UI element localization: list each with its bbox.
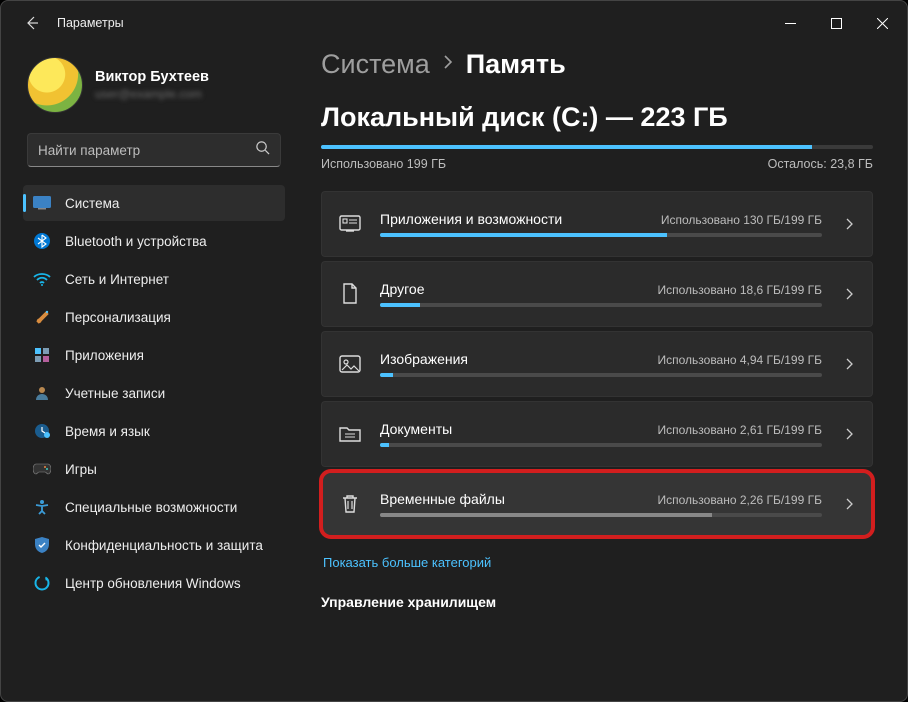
category-bar bbox=[380, 233, 822, 237]
category-bar bbox=[380, 373, 822, 377]
chevron-right-icon bbox=[442, 53, 454, 76]
breadcrumb-parent[interactable]: Система bbox=[321, 49, 430, 80]
category-usage: Использовано 18,6 ГБ/199 ГБ bbox=[657, 283, 822, 297]
nav-label: Система bbox=[65, 196, 119, 211]
category-documents[interactable]: Документы Использовано 2,61 ГБ/199 ГБ bbox=[321, 401, 873, 467]
chevron-right-icon bbox=[838, 497, 860, 511]
category-title: Изображения bbox=[380, 351, 468, 367]
category-usage: Использовано 4,94 ГБ/199 ГБ bbox=[657, 353, 822, 367]
nav-label: Приложения bbox=[65, 348, 144, 363]
category-list: Приложения и возможности Использовано 13… bbox=[321, 191, 873, 537]
disk-free-label: Осталось: 23,8 ГБ bbox=[768, 157, 873, 171]
search-icon bbox=[255, 140, 270, 160]
accessibility-icon bbox=[33, 498, 51, 516]
nav-personalization[interactable]: Персонализация bbox=[23, 299, 285, 335]
breadcrumb-current: Память bbox=[466, 49, 566, 80]
nav-games[interactable]: Игры bbox=[23, 451, 285, 487]
show-more-link[interactable]: Показать больше категорий bbox=[323, 555, 871, 570]
sidebar: Виктор Бухтеев user@example.com Система … bbox=[1, 45, 301, 701]
minimize-button[interactable] bbox=[767, 7, 813, 39]
category-usage: Использовано 130 ГБ/199 ГБ bbox=[661, 213, 822, 227]
category-title: Другое bbox=[380, 281, 424, 297]
category-title: Приложения и возможности bbox=[380, 211, 562, 227]
disk-heading: Локальный диск (C:) — 223 ГБ bbox=[321, 102, 873, 133]
main-content: Система Память Локальный диск (C:) — 223… bbox=[301, 45, 907, 701]
close-button[interactable] bbox=[859, 7, 905, 39]
disk-usage-bar bbox=[321, 145, 873, 149]
nav-system[interactable]: Система bbox=[23, 185, 285, 221]
search-input[interactable] bbox=[38, 143, 255, 158]
disk-stats: Использовано 199 ГБ Осталось: 23,8 ГБ bbox=[321, 157, 873, 171]
chevron-right-icon bbox=[838, 217, 860, 231]
wifi-icon bbox=[33, 270, 51, 288]
category-usage: Использовано 2,61 ГБ/199 ГБ bbox=[657, 423, 822, 437]
user-icon bbox=[33, 384, 51, 402]
update-icon bbox=[33, 574, 51, 592]
category-usage: Использовано 2,26 ГБ/199 ГБ bbox=[657, 493, 822, 507]
nav-bluetooth[interactable]: Bluetooth и устройства bbox=[23, 223, 285, 259]
clock-icon bbox=[33, 422, 51, 440]
back-button[interactable] bbox=[21, 12, 43, 34]
titlebar: Параметры bbox=[1, 1, 907, 45]
user-name: Виктор Бухтеев bbox=[95, 69, 209, 85]
nav-label: Конфиденциальность и защита bbox=[65, 538, 263, 553]
nav-label: Специальные возможности bbox=[65, 500, 237, 515]
chevron-right-icon bbox=[838, 357, 860, 371]
nav-label: Учетные записи bbox=[65, 386, 165, 401]
folder-icon bbox=[336, 420, 364, 448]
category-title: Документы bbox=[380, 421, 452, 437]
user-block[interactable]: Виктор Бухтеев user@example.com bbox=[23, 51, 285, 131]
brush-icon bbox=[33, 308, 51, 326]
category-bar bbox=[380, 443, 822, 447]
nav-time-lang[interactable]: Время и язык bbox=[23, 413, 285, 449]
category-other[interactable]: Другое Использовано 18,6 ГБ/199 ГБ bbox=[321, 261, 873, 327]
nav-accessibility[interactable]: Специальные возможности bbox=[23, 489, 285, 525]
breadcrumb: Система Память bbox=[321, 49, 873, 80]
nav-privacy[interactable]: Конфиденциальность и защита bbox=[23, 527, 285, 563]
nav-network[interactable]: Сеть и Интернет bbox=[23, 261, 285, 297]
nav-label: Время и язык bbox=[65, 424, 150, 439]
nav-label: Сеть и Интернет bbox=[65, 272, 169, 287]
category-apps[interactable]: Приложения и возможности Использовано 13… bbox=[321, 191, 873, 257]
trash-icon bbox=[336, 490, 364, 518]
disk-usage-fill bbox=[321, 145, 812, 149]
apps-icon bbox=[33, 346, 51, 364]
chevron-right-icon bbox=[838, 427, 860, 441]
nav-label: Игры bbox=[65, 462, 97, 477]
storage-management-heading: Управление хранилищем bbox=[321, 594, 873, 610]
nav-label: Центр обновления Windows bbox=[65, 576, 241, 591]
window-title: Параметры bbox=[57, 16, 124, 30]
nav-accounts[interactable]: Учетные записи bbox=[23, 375, 285, 411]
system-icon bbox=[33, 194, 51, 212]
file-icon bbox=[336, 280, 364, 308]
user-email: user@example.com bbox=[95, 87, 209, 101]
avatar bbox=[27, 57, 83, 113]
category-bar bbox=[380, 513, 822, 517]
nav-label: Персонализация bbox=[65, 310, 171, 325]
category-temp-files[interactable]: Временные файлы Использовано 2,26 ГБ/199… bbox=[321, 471, 873, 537]
nav-apps[interactable]: Приложения bbox=[23, 337, 285, 373]
search-box[interactable] bbox=[27, 133, 281, 167]
nav-update[interactable]: Центр обновления Windows bbox=[23, 565, 285, 601]
nav: Система Bluetooth и устройства Сеть и Ин… bbox=[23, 185, 285, 601]
disk-used-label: Использовано 199 ГБ bbox=[321, 157, 446, 171]
settings-window: Параметры Виктор Бухтеев user@example.co… bbox=[0, 0, 908, 702]
shield-icon bbox=[33, 536, 51, 554]
chevron-right-icon bbox=[838, 287, 860, 301]
category-images[interactable]: Изображения Использовано 4,94 ГБ/199 ГБ bbox=[321, 331, 873, 397]
bluetooth-icon bbox=[33, 232, 51, 250]
category-bar bbox=[380, 303, 822, 307]
category-title: Временные файлы bbox=[380, 491, 505, 507]
nav-label: Bluetooth и устройства bbox=[65, 234, 207, 249]
gamepad-icon bbox=[33, 460, 51, 478]
apps-features-icon bbox=[336, 210, 364, 238]
maximize-button[interactable] bbox=[813, 7, 859, 39]
image-icon bbox=[336, 350, 364, 378]
